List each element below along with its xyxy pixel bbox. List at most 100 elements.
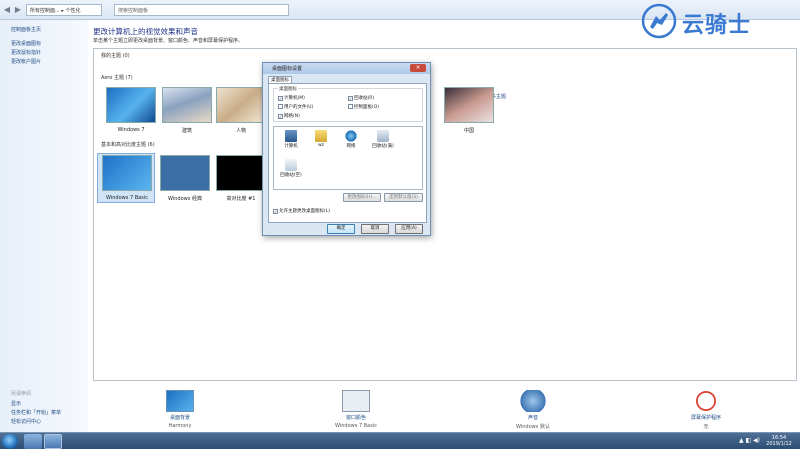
theme-windows7[interactable]: Windows 7 [106,87,156,133]
network-icon [345,130,357,142]
knight-logo-icon [641,3,677,39]
sound-icon [519,390,547,412]
breadcrumb-item[interactable]: 所有控制面... [30,8,60,14]
system-tray[interactable]: ▲ ◧ ◀) [739,437,760,444]
icon-label: wz [317,143,325,148]
desktop-icon-list: 计算机 wz 网络 回收站(满) 回收站(空) [273,126,423,190]
ease-of-access-link[interactable]: 轻松访问中心 [11,418,41,425]
taskbar: ▲ ◧ ◀) 16:54 2019/1/12 [0,432,800,449]
display-link[interactable]: 显示 [11,400,21,407]
desktop-background-icon [166,390,194,412]
network-icon-item[interactable]: 网络 [338,130,364,149]
control-panel-checkbox[interactable]: 控制面板(O) [348,104,379,110]
taskbar-app-button[interactable] [24,434,42,449]
checkbox-box: ✓ [278,96,283,101]
recycle-bin-checkbox[interactable]: ✓ 回收站(R) [348,95,374,101]
recycle-bin-empty-icon-item[interactable]: 回收站(空) [278,159,304,178]
checkbox-box: ✓ [278,114,283,119]
clock-date: 2019/1/12 [766,441,792,447]
theme-name: 中国 [463,128,474,134]
computer-icon-item[interactable]: 计算机 [278,130,304,149]
user-files-checkbox[interactable]: 用户的文件(U) [278,104,313,110]
ok-button[interactable]: 确定 [327,224,355,234]
taskbar-control-panel-button[interactable] [44,434,62,449]
icon-label: 回收站(满) [372,144,394,149]
theme-windows-classic[interactable]: Windows 经典 [160,155,210,202]
start-button[interactable] [2,434,18,449]
computer-checkbox[interactable]: ✓ 计算机(M) [278,95,305,101]
change-account-picture-link[interactable]: 更改帐户图片 [11,58,41,65]
setting-label: 屏幕保护程序 [690,415,721,421]
change-desktop-icons-link[interactable]: 更改桌面图标 [11,40,41,47]
recycle-bin-full-icon-item[interactable]: 回收站(满) [370,130,396,149]
theme-preview-image [102,155,152,191]
breadcrumb-item[interactable]: 个性化 [65,8,80,14]
left-nav: 控制面板主页 更改桌面图标 更改鼠标指针 更改帐户图片 另请参阅 显示 任务栏和… [0,20,88,432]
theme-high-contrast-1[interactable]: 高对比度 #1 [216,155,266,202]
watermark-text: 云骑士 [682,13,752,38]
change-mouse-pointers-link[interactable]: 更改鼠标指针 [11,49,41,56]
basic-themes-header: 基本和高对比度主题 (6) [101,142,155,148]
theme-windows7-basic[interactable]: Windows 7 Basic [102,155,152,201]
theme-china[interactable]: 中国 [444,87,494,134]
watermark: 云骑士 [640,3,800,39]
theme-characters[interactable]: 人物 [216,87,266,134]
theme-name: Windows 7 [117,127,145,133]
theme-name: Windows 经典 [168,196,202,202]
desktop-icon-settings-dialog: 桌面图标设置 × 桌面图标 桌面图标 ✓ 计算机(M) ✓ 回收站(R) 用户的文件… [262,62,431,236]
theme-name: Windows 7 Basic [106,195,148,201]
theme-preview-image [216,155,266,191]
control-panel-home-link[interactable]: 控制面板主页 [11,26,41,33]
icon-label: 回收站(空) [280,173,302,178]
breadcrumb[interactable]: 所有控制面... ▸ 个性化 [26,4,102,16]
setting-label: 声音 [527,415,538,421]
theme-name: 建筑 [181,128,192,134]
close-button[interactable]: × [410,64,426,72]
icon-label: 网络 [346,144,356,149]
checkbox-label: 网络(N) [284,114,300,119]
checkbox-label: 控制面板(O) [354,105,380,110]
cancel-button[interactable]: 取消 [361,224,389,234]
dialog-title: 桌面图标设置 [272,66,303,72]
main-content: 更改计算机上的视觉效果和声音 单击某个主题立即更改桌面背景、窗口颜色、声音和屏幕… [88,20,800,432]
theme-preview-image [216,87,266,123]
theme-architecture[interactable]: 建筑 [162,87,212,134]
screen-saver-setting[interactable]: 屏幕保护程序 无 [666,390,746,430]
restore-default-button[interactable]: 还原默认值(S) [384,193,423,202]
search-input[interactable]: 搜索控制面板 [114,4,289,16]
my-themes-header: 我的主题 (0) [101,53,130,59]
checkbox-label: 用户的文件(U) [284,105,314,110]
checkbox-label: 计算机(M) [284,96,305,101]
theme-preview-image [444,87,494,123]
apply-button[interactable]: 应用(A) [395,224,423,234]
screen-saver-icon [692,390,720,412]
network-checkbox[interactable]: ✓ 网络(N) [278,113,300,119]
change-icon-button[interactable]: 更改图标(H)... [343,193,381,202]
page-description: 单击某个主题立即更改桌面背景、窗口颜色、声音和屏幕保护程序。 [93,38,244,44]
theme-preview-image [106,87,156,123]
user-folder-icon-item[interactable]: wz [308,130,334,148]
icon-label: 计算机 [284,144,298,149]
window-color-setting[interactable]: 窗口颜色 Windows 7 Basic [316,390,396,429]
back-arrow-icon[interactable]: ◀ [2,5,12,15]
setting-value: Harmony [168,423,192,429]
checkbox-box [278,104,283,109]
checkbox-box: ✓ [348,96,353,101]
checkbox-box [348,104,353,109]
desktop-icons-group: 桌面图标 ✓ 计算机(M) ✓ 回收站(R) 用户的文件(U) 控制面板(O) ✓ 网… [273,86,423,122]
desktop-background-setting[interactable]: 桌面背景 Harmony [140,390,220,429]
sounds-setting[interactable]: 声音 Windows 默认 [493,390,573,430]
dialog-panel: 桌面图标 ✓ 计算机(M) ✓ 回收站(R) 用户的文件(U) 控制面板(O) ✓ 网… [268,83,427,223]
setting-label: 桌面背景 [169,415,190,421]
group-title: 桌面图标 [278,86,298,92]
checkbox-label: 允许主题更改桌面图标(L) [279,209,331,214]
theme-preview-image [160,155,210,191]
allow-themes-checkbox[interactable]: ✓ 允许主题更改桌面图标(L) [273,208,330,214]
dialog-titlebar[interactable]: 桌面图标设置 × [263,63,430,74]
setting-value: Windows 默认 [516,424,550,430]
forward-arrow-icon[interactable]: ▶ [13,5,23,15]
aero-themes-header: Aero 主题 (7) [101,75,133,81]
theme-preview-image [162,87,212,123]
taskbar-start-menu-link[interactable]: 任务栏和「开始」菜单 [11,409,61,416]
taskbar-clock[interactable]: 16:54 2019/1/12 [762,435,796,447]
